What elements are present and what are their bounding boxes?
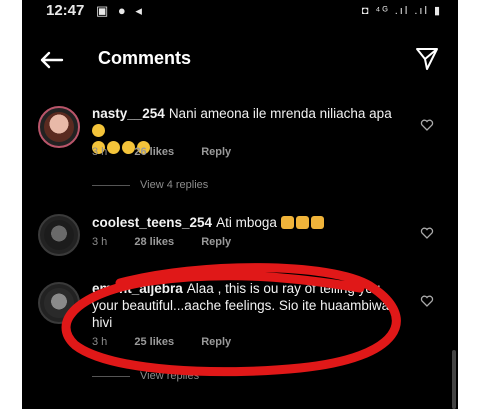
signal-battery-icons: ◘ ⁴ᴳ .ıl .ıl ▮ xyxy=(361,5,442,17)
status-bar: 12:47 ▣ ● ◂ ◘ ⁴ᴳ .ıl .ıl ▮ xyxy=(22,0,458,24)
avatar[interactable] xyxy=(38,214,80,256)
heart-icon[interactable] xyxy=(420,226,434,240)
comments-header: Comments xyxy=(22,36,458,80)
comment-username[interactable]: ement_aljebra xyxy=(92,281,183,296)
cat-emoji-icon xyxy=(295,216,309,229)
view-replies-link[interactable]: View replies xyxy=(92,370,199,382)
heart-icon[interactable] xyxy=(420,294,434,308)
paper-plane-icon[interactable] xyxy=(414,46,440,72)
comment-likes[interactable]: 26 likes xyxy=(134,146,174,158)
status-time: 12:47 xyxy=(46,2,85,19)
comment-item: coolest_teens_254 Ati mboga 3 h 28 likes … xyxy=(22,208,458,272)
comment-meta: 3 h 28 likes Reply xyxy=(92,236,255,248)
notification-icons: ▣ ● ◂ xyxy=(96,3,145,18)
comment-username[interactable]: coolest_teens_254 xyxy=(92,215,212,230)
reply-button[interactable]: Reply xyxy=(201,146,231,158)
comment-username[interactable]: nasty__254 xyxy=(92,106,165,121)
avatar-image xyxy=(44,112,74,142)
comment-meta: 3 h 25 likes Reply xyxy=(92,336,255,348)
replies-divider xyxy=(92,184,130,186)
heart-icon[interactable] xyxy=(420,118,434,132)
comment-item: ement_aljebra Alaa , this is ou ray of te… xyxy=(22,276,458,386)
comment-likes[interactable]: 25 likes xyxy=(134,336,174,348)
reply-button[interactable]: Reply xyxy=(201,236,231,248)
reply-button[interactable]: Reply xyxy=(201,336,231,348)
avatar-image xyxy=(44,288,74,318)
avatar[interactable] xyxy=(38,282,80,324)
grinning-emoji-icon xyxy=(92,124,105,137)
view-replies-label: View replies xyxy=(140,370,200,382)
cat-emoji-icon xyxy=(310,216,324,229)
avatar[interactable] xyxy=(38,106,80,148)
page-title: Comments xyxy=(98,48,192,68)
view-replies-link[interactable]: View 4 replies xyxy=(92,179,208,191)
comment-time: 3 h xyxy=(92,236,108,248)
cat-emoji-icon xyxy=(280,216,294,229)
comment-text: coolest_teens_254 Ati mboga xyxy=(92,214,402,231)
scrollbar[interactable] xyxy=(452,350,456,409)
avatar-image xyxy=(44,220,74,250)
comment-time: 3 h xyxy=(92,146,108,158)
phone-screen: 12:47 ▣ ● ◂ ◘ ⁴ᴳ .ıl .ıl ▮ Comments nast… xyxy=(22,0,458,409)
comment-meta: 3 h 26 likes Reply xyxy=(92,146,255,158)
comment-likes[interactable]: 28 likes xyxy=(134,236,174,248)
comment-item: nasty__254 Nani ameona ile mrenda niliach… xyxy=(22,100,458,200)
comment-message: Nani ameona ile mrenda niliacha apa xyxy=(168,106,392,121)
replies-divider xyxy=(92,375,130,377)
view-replies-label: View 4 replies xyxy=(140,179,209,191)
comment-message: Ati mboga xyxy=(216,215,277,230)
comment-text: ement_aljebra Alaa , this is ou ray of te… xyxy=(92,280,402,331)
comment-time: 3 h xyxy=(92,336,108,348)
arrow-left-icon[interactable] xyxy=(34,42,70,78)
